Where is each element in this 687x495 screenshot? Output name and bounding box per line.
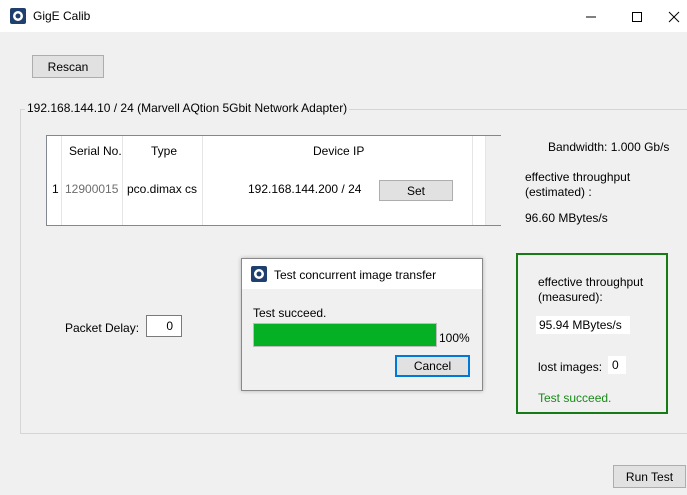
window-title: GigE Calib xyxy=(33,9,91,23)
dialog-title: Test concurrent image transfer xyxy=(274,268,437,282)
measured-throughput-value: 95.94 MBytes/s xyxy=(536,316,630,334)
test-dialog: Test concurrent image transfer Test succ… xyxy=(241,258,483,391)
rescan-button[interactable]: Rescan xyxy=(32,55,104,78)
maximize-icon[interactable] xyxy=(614,0,660,32)
title-bar: GigE Calib xyxy=(0,0,687,32)
lost-images-value: 0 xyxy=(608,356,626,374)
estimated-throughput-value: 96.60 MBytes/s xyxy=(525,211,608,225)
measured-throughput-label: effective throughput (measured): xyxy=(538,275,644,304)
packet-delay-input[interactable]: 0 xyxy=(146,315,182,337)
row-serial: 12900015 xyxy=(65,182,119,196)
row-type: pco.dimax cs xyxy=(127,182,198,196)
app-logo-icon xyxy=(10,8,26,24)
set-ip-button[interactable]: Set xyxy=(379,180,453,201)
cancel-button[interactable]: Cancel xyxy=(395,355,470,377)
measured-throughput-box: effective throughput (measured): 95.94 M… xyxy=(516,253,668,414)
col-serial-header: Serial No. xyxy=(69,144,122,158)
bandwidth-text: Bandwidth: 1.000 Gb/s xyxy=(548,140,670,154)
device-table[interactable]: Serial No. Type Device IP 1 12900015 pco… xyxy=(46,135,501,226)
progress-fill xyxy=(254,324,436,346)
progress-percent: 100% xyxy=(439,331,470,345)
run-test-button[interactable]: Run Test xyxy=(613,465,686,488)
packet-delay-label: Packet Delay: xyxy=(65,321,140,335)
test-status-text: Test succeed. xyxy=(538,391,612,405)
close-icon[interactable] xyxy=(660,0,687,32)
dialog-title-bar: Test concurrent image transfer xyxy=(242,259,482,289)
col-type-header: Type xyxy=(151,144,178,158)
col-ip-header: Device IP xyxy=(313,144,365,158)
progress-bar xyxy=(253,323,437,347)
lost-images-label: lost images: xyxy=(538,360,603,374)
minimize-icon[interactable] xyxy=(568,0,614,32)
table-scrollbar[interactable] xyxy=(485,136,501,225)
row-ip: 192.168.144.200 / 24 xyxy=(248,182,362,196)
adapter-label: 192.168.144.10 / 24 (Marvell AQtion 5Gbi… xyxy=(25,101,350,115)
dialog-message: Test succeed. xyxy=(253,306,327,320)
row-index: 1 xyxy=(52,182,59,196)
dialog-app-icon xyxy=(251,266,267,282)
estimated-throughput-label: effective throughput (estimated) : xyxy=(525,170,631,199)
